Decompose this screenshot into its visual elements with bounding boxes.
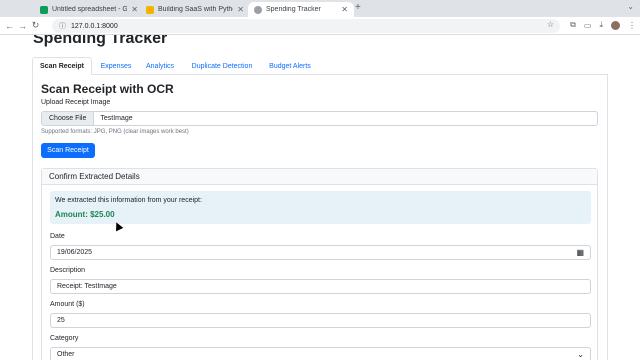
download-icon[interactable]: ⤓ bbox=[599, 20, 603, 30]
extensions-icon[interactable]: ⧉ bbox=[570, 20, 576, 30]
menu-kebab-icon[interactable]: ⋮ bbox=[628, 21, 636, 30]
category-label: Category bbox=[50, 335, 79, 342]
supported-formats-hint: Supported formats: JPG, PNG (clear image… bbox=[41, 129, 189, 135]
description-field[interactable]: Receipt: TestImage bbox=[50, 279, 591, 294]
address-bar[interactable]: ⓘ 127.0.0.1:8000 ☆ bbox=[52, 19, 560, 33]
reload-icon[interactable]: ↻ bbox=[29, 20, 42, 31]
globe-icon bbox=[254, 5, 262, 14]
new-tab-icon[interactable]: + bbox=[355, 2, 361, 13]
amount-value: 25 bbox=[57, 317, 65, 324]
course-icon bbox=[146, 5, 154, 14]
card-header: Confirm Extracted Details bbox=[42, 169, 597, 185]
description-label: Description bbox=[50, 267, 86, 274]
page-title: Spending Tracker bbox=[33, 35, 168, 47]
profile-avatar[interactable] bbox=[611, 20, 620, 30]
back-arrow-icon[interactable]: ← bbox=[3, 21, 16, 31]
amount-label: Amount ($) bbox=[50, 301, 85, 308]
browser-tab-spending-tracker[interactable]: Spending Tracker ✕ bbox=[248, 2, 354, 17]
extracted-amount: Amount: $25.00 bbox=[55, 210, 115, 219]
extraction-alert: We extracted this information from your … bbox=[50, 191, 591, 224]
category-select[interactable]: Other ⌄ bbox=[50, 347, 591, 360]
amount-field[interactable]: 25 bbox=[50, 313, 591, 328]
calendar-icon[interactable]: ▦ bbox=[576, 248, 584, 257]
browser-tab-title: Spending Tracker bbox=[266, 6, 321, 13]
description-value: Receipt: TestImage bbox=[57, 283, 117, 290]
alert-message: We extracted this information from your … bbox=[55, 197, 202, 204]
selected-file-name: TestImage bbox=[100, 115, 133, 122]
forward-arrow-icon[interactable]: → bbox=[16, 21, 29, 31]
category-value: Other bbox=[57, 351, 75, 358]
browser-tab-spreadsheet[interactable]: Untitled spreadsheet - Googl ✕ bbox=[34, 2, 144, 17]
browser-tab-title: Building SaaS with Python A bbox=[158, 6, 233, 13]
tab-search-chevron-icon[interactable]: ⌄ bbox=[627, 2, 634, 11]
close-icon[interactable]: ✕ bbox=[341, 5, 348, 14]
close-icon[interactable]: ✕ bbox=[131, 5, 138, 14]
confirm-details-card: Confirm Extracted Details We extracted t… bbox=[41, 168, 598, 360]
app-nav-tabs: Scan Receipt Expenses Analytics Duplicat… bbox=[32, 57, 608, 75]
tab-duplicate-detection[interactable]: Duplicate Detection bbox=[182, 57, 262, 75]
tab-expenses[interactable]: Expenses bbox=[94, 57, 138, 75]
browser-tab-title: Untitled spreadsheet - Googl bbox=[52, 6, 128, 13]
tab-analytics[interactable]: Analytics bbox=[140, 57, 180, 75]
sheets-icon bbox=[40, 5, 48, 14]
date-label: Date bbox=[50, 233, 65, 240]
site-info-icon[interactable]: ⓘ bbox=[59, 21, 66, 31]
tab-scan-receipt[interactable]: Scan Receipt bbox=[32, 57, 92, 75]
scan-heading: Scan Receipt with OCR bbox=[41, 82, 174, 96]
scan-receipt-button[interactable]: Scan Receipt bbox=[41, 143, 95, 158]
page-content: Spending Tracker Scan Receipt Expenses A… bbox=[0, 35, 640, 360]
choose-file-button[interactable]: Choose File bbox=[42, 112, 95, 125]
date-value: 19/06/2025 bbox=[57, 249, 93, 256]
url-text: 127.0.0.1:8000 bbox=[71, 22, 118, 30]
browser-toolbar: ← → ↻ ⓘ 127.0.0.1:8000 ☆ ⧉ ▭ ⤓ ⋮ bbox=[0, 17, 640, 35]
close-icon[interactable]: ✕ bbox=[237, 5, 244, 14]
sidebar-icon[interactable]: ▭ bbox=[584, 21, 592, 30]
upload-label: Upload Receipt Image bbox=[41, 99, 111, 106]
tab-budget-alerts[interactable]: Budget Alerts bbox=[264, 57, 316, 75]
chevron-down-icon: ⌄ bbox=[577, 350, 584, 359]
date-field[interactable]: 19/06/2025 ▦ bbox=[50, 245, 591, 260]
receipt-file-input[interactable]: Choose File TestImage bbox=[41, 111, 598, 126]
browser-tab-strip: Untitled spreadsheet - Googl ✕ Building … bbox=[0, 0, 640, 17]
browser-tab-course[interactable]: Building SaaS with Python A ✕ bbox=[140, 2, 250, 17]
bookmark-star-icon[interactable]: ☆ bbox=[547, 20, 554, 29]
